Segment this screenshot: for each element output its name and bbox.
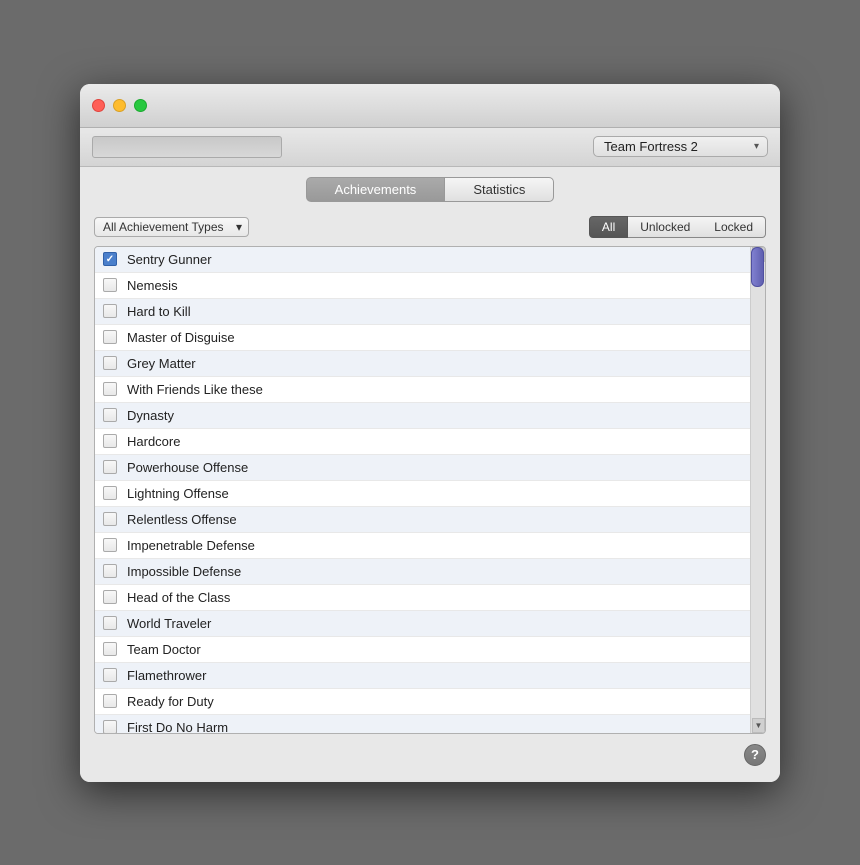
- list-item: World Traveler: [95, 611, 765, 637]
- achievement-checkbox[interactable]: [103, 642, 117, 656]
- list-item: Head of the Class: [95, 585, 765, 611]
- achievement-type-dropdown[interactable]: All Achievement Types ▾: [94, 217, 249, 237]
- achievement-name: Hardcore: [127, 434, 180, 449]
- list-item: Team Doctor: [95, 637, 765, 663]
- achievement-name: Master of Disguise: [127, 330, 235, 345]
- list-item: Impenetrable Defense: [95, 533, 765, 559]
- achievement-name: With Friends Like these: [127, 382, 263, 397]
- toolbar: Team Fortress 2 ▾: [80, 128, 780, 167]
- close-button[interactable]: [92, 99, 105, 112]
- achievement-checkbox[interactable]: [103, 512, 117, 526]
- achievement-checkbox[interactable]: [103, 278, 117, 292]
- achievement-name: Relentless Offense: [127, 512, 237, 527]
- achievement-checkbox[interactable]: [103, 616, 117, 630]
- scrollbar-thumb[interactable]: [751, 247, 764, 287]
- achievement-name: First Do No Harm: [127, 720, 228, 734]
- bottom-bar: ?: [80, 734, 780, 766]
- achievement-checkbox[interactable]: [103, 720, 117, 734]
- list-item: Nemesis: [95, 273, 765, 299]
- tab-bar: Achievements Statistics: [80, 167, 780, 210]
- achievement-checkbox[interactable]: [103, 460, 117, 474]
- search-bar: [92, 136, 282, 158]
- list-item: Sentry Gunner: [95, 247, 765, 273]
- achievement-type-label: All Achievement Types: [103, 220, 224, 234]
- achievement-checkbox[interactable]: [103, 590, 117, 604]
- achievement-checkbox[interactable]: [103, 564, 117, 578]
- filter-bar: All Achievement Types ▾ All Unlocked Loc…: [80, 210, 780, 244]
- tab-statistics[interactable]: Statistics: [444, 177, 554, 202]
- filter-all-button[interactable]: All: [589, 216, 628, 238]
- achievement-checkbox[interactable]: [103, 356, 117, 370]
- main-window: Team Fortress 2 ▾ Achievements Statistic…: [80, 84, 780, 782]
- achievement-checkbox[interactable]: [103, 382, 117, 396]
- list-item: Ready for Duty: [95, 689, 765, 715]
- filter-locked-button[interactable]: Locked: [702, 216, 766, 238]
- achievement-name: World Traveler: [127, 616, 211, 631]
- maximize-button[interactable]: [134, 99, 147, 112]
- achievement-name: Sentry Gunner: [127, 252, 212, 267]
- achievement-name: Grey Matter: [127, 356, 196, 371]
- achievement-name: Lightning Offense: [127, 486, 229, 501]
- minimize-button[interactable]: [113, 99, 126, 112]
- game-selector-arrow-icon: ▾: [754, 141, 759, 152]
- scrollbar-track: ▲ ▼: [750, 247, 765, 733]
- achievement-checkbox[interactable]: [103, 252, 117, 266]
- list-item: Flamethrower: [95, 663, 765, 689]
- achievement-name: Dynasty: [127, 408, 174, 423]
- content-area: Achievements Statistics All Achievement …: [80, 167, 780, 782]
- list-item: With Friends Like these: [95, 377, 765, 403]
- achievement-checkbox[interactable]: [103, 668, 117, 682]
- list-item: First Do No Harm: [95, 715, 765, 734]
- achievement-checkbox[interactable]: [103, 330, 117, 344]
- achievement-checkbox[interactable]: [103, 486, 117, 500]
- list-item: Impossible Defense: [95, 559, 765, 585]
- list-item: Hardcore: [95, 429, 765, 455]
- achievement-checkbox[interactable]: [103, 434, 117, 448]
- filter-unlocked-button[interactable]: Unlocked: [628, 216, 702, 238]
- achievement-checkbox[interactable]: [103, 304, 117, 318]
- list-item: Relentless Offense: [95, 507, 765, 533]
- achievement-name: Impenetrable Defense: [127, 538, 255, 553]
- achievement-name: Nemesis: [127, 278, 178, 293]
- list-item: Powerhouse Offense: [95, 455, 765, 481]
- game-selector-text: Team Fortress 2: [604, 139, 698, 154]
- list-item: Master of Disguise: [95, 325, 765, 351]
- list-item: Dynasty: [95, 403, 765, 429]
- achievement-name: Flamethrower: [127, 668, 206, 683]
- achievement-name: Team Doctor: [127, 642, 201, 657]
- list-item: Hard to Kill: [95, 299, 765, 325]
- titlebar: [80, 84, 780, 128]
- achievement-name: Ready for Duty: [127, 694, 214, 709]
- achievement-checkbox[interactable]: [103, 538, 117, 552]
- achievement-list-container: Sentry Gunner Nemesis Hard to Kill Master o…: [94, 246, 766, 734]
- achievement-name: Powerhouse Offense: [127, 460, 248, 475]
- list-item: Grey Matter: [95, 351, 765, 377]
- game-selector[interactable]: Team Fortress 2 ▾: [593, 136, 768, 157]
- achievement-name: Hard to Kill: [127, 304, 191, 319]
- filter-buttons: All Unlocked Locked: [589, 216, 766, 238]
- achievement-list: Sentry Gunner Nemesis Hard to Kill Master o…: [95, 247, 765, 734]
- achievement-checkbox[interactable]: [103, 408, 117, 422]
- achievement-checkbox[interactable]: [103, 694, 117, 708]
- tab-achievements[interactable]: Achievements: [306, 177, 445, 202]
- achievement-name: Head of the Class: [127, 590, 230, 605]
- achievement-type-arrow-icon: ▾: [236, 220, 242, 234]
- help-button[interactable]: ?: [744, 744, 766, 766]
- list-item: Lightning Offense: [95, 481, 765, 507]
- achievement-name: Impossible Defense: [127, 564, 241, 579]
- scrollbar-down-arrow[interactable]: ▼: [752, 718, 765, 733]
